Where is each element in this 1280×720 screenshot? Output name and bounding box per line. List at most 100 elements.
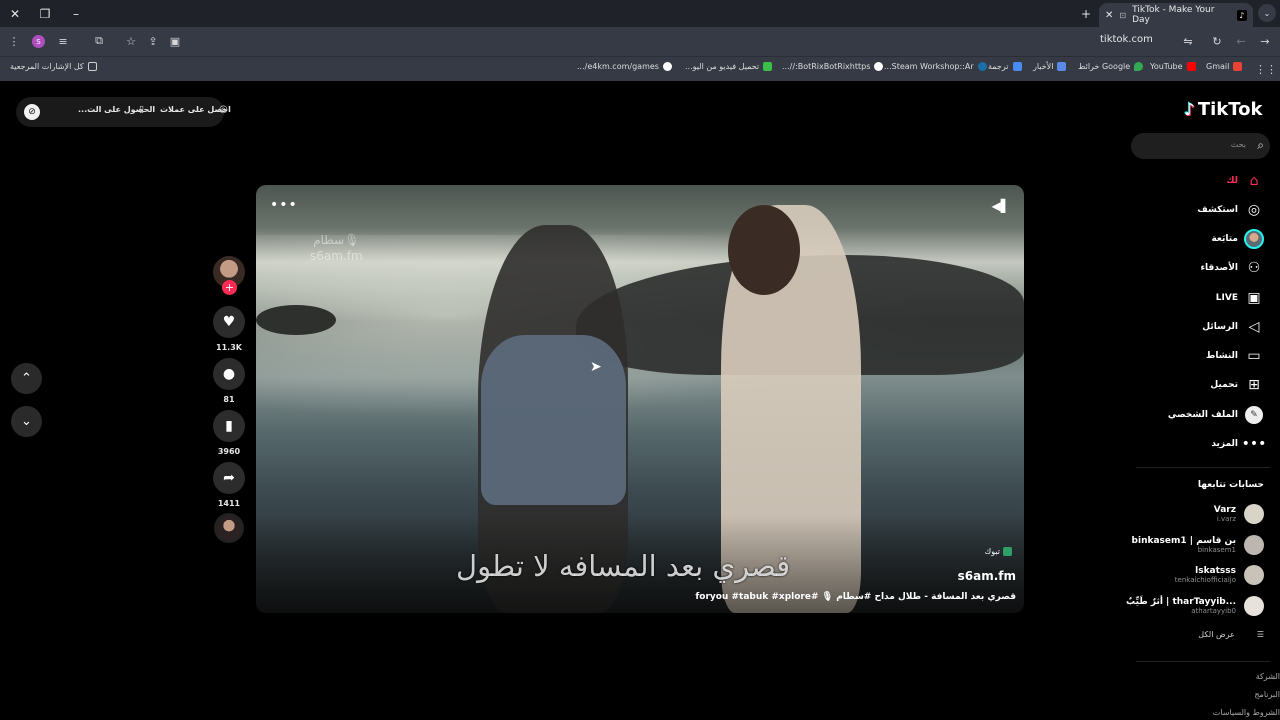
site-settings-icon[interactable]: ⇋	[1180, 33, 1196, 49]
share-arrow-icon: ➦	[223, 470, 235, 486]
compass-icon[interactable]: ⊘	[24, 104, 40, 120]
bookmark-label: Steam Workshop::Ar...	[884, 62, 974, 71]
youtube-icon	[1186, 62, 1196, 71]
tab-close-icon[interactable]: ✕	[1105, 10, 1113, 21]
footer-company-link[interactable]: الشركة	[1256, 672, 1280, 681]
share-icon[interactable]: ⇪	[145, 33, 161, 49]
avatar	[1244, 229, 1264, 249]
window-minimize-icon[interactable]: –	[66, 4, 86, 24]
search-input[interactable]: بحث ⌕	[1131, 133, 1270, 159]
nav-for-you[interactable]: ⌂ لك	[1226, 170, 1264, 192]
nav-label: المزيد	[1211, 439, 1238, 449]
previous-video-button[interactable]: ⌃	[11, 363, 42, 394]
compass-icon: ◎	[1247, 202, 1261, 218]
account-name: أثرٌ طَيِّبٌ | tharTayyib...	[1126, 597, 1236, 607]
following-account[interactable]: أثرٌ طَيِّبٌ | tharTayyib... athartayyib…	[1126, 593, 1264, 619]
bookmark-label: e4km.com/games/...	[577, 62, 659, 71]
nav-label: النشاط	[1205, 351, 1238, 361]
nav-friends[interactable]: ⚇ الأصدقاء	[1200, 257, 1264, 279]
tab-search-icon[interactable]: ⌄	[1258, 4, 1276, 22]
gmail-icon	[1233, 62, 1243, 71]
tab-favicon-icon: ⊡	[1119, 10, 1127, 20]
account-username: tenkaichiofficialjo	[1174, 576, 1236, 584]
bookmark-all[interactable]: كل الإشارات المرجعية	[10, 62, 97, 71]
comment-count: 81	[223, 395, 235, 404]
chevron-down-icon: ⌄	[21, 414, 32, 429]
window-close-icon[interactable]: ✕	[5, 4, 25, 24]
browser-tab[interactable]: ✕ ⊡ TikTok - Make Your Day ♪	[1099, 3, 1253, 27]
bookmark-youtube[interactable]: YouTube	[1150, 62, 1196, 71]
bookmark-botrix[interactable]: BotRixBotRixhttps://...	[782, 62, 884, 71]
nav-explore[interactable]: ◎ استكشف	[1197, 199, 1264, 221]
location-badge[interactable]: تبوك	[985, 547, 1012, 556]
tiktok-logo[interactable]: ♪ TikTok	[1184, 99, 1263, 120]
tiktok-favicon-icon: ♪	[1236, 9, 1247, 21]
save-button[interactable]: ▮	[213, 410, 245, 442]
apps-grid-icon[interactable]: ⋮⋮	[1255, 61, 1277, 77]
see-all-link[interactable]: ☰ عرض الكل	[1198, 630, 1264, 639]
reading-list-icon[interactable]: ≡	[55, 33, 71, 49]
browser-profile-avatar[interactable]: S	[32, 35, 45, 48]
bookmark-e4km[interactable]: e4km.com/games/...	[577, 62, 672, 71]
menu-kebab-icon[interactable]: ⋮	[6, 33, 22, 49]
next-video-button[interactable]: ⌄	[11, 406, 42, 437]
comment-button[interactable]: ●	[213, 358, 245, 390]
follow-plus-icon[interactable]: +	[222, 280, 237, 295]
video-frame-figure	[481, 335, 626, 505]
new-tab-icon[interactable]: +	[1076, 4, 1096, 24]
like-button[interactable]: ♥	[213, 306, 245, 338]
footer-terms-link[interactable]: الشروط والسياسات	[1213, 708, 1280, 717]
bookmark-maps[interactable]: Google خرائط	[1078, 62, 1144, 71]
footer-program-link[interactable]: البرنامج	[1254, 690, 1280, 699]
nav-label: استكشف	[1197, 205, 1238, 215]
bookmark-translate[interactable]: ترجمة	[988, 62, 1022, 71]
tiktok-page: ⊘ الحصول على الت... ▯ احصل على عملات ◎ +…	[0, 81, 1280, 720]
avatar	[1244, 504, 1264, 524]
video-author[interactable]: s6am.fm	[958, 569, 1016, 583]
activity-icon: ▭	[1247, 348, 1261, 364]
nav-live[interactable]: ▣ LIVE	[1216, 287, 1264, 309]
steam-icon	[977, 62, 987, 71]
bookmark-star-icon[interactable]: ☆	[123, 33, 139, 49]
bookmark-news[interactable]: الأخبار	[1033, 62, 1067, 71]
following-account[interactable]: Varz i.varz	[1214, 501, 1264, 527]
watermark-line: سطام🎙	[313, 233, 360, 247]
video-player[interactable]: ••• ◀▌ سطام🎙 s6am.fm ➤ قصري بعد المسافه …	[256, 185, 1024, 613]
logo-text: TikTok	[1197, 99, 1263, 120]
nav-profile[interactable]: ✎ الملف الشخصي	[1168, 404, 1264, 426]
nav-following[interactable]: متابَعة	[1211, 228, 1264, 250]
save-count: 3960	[217, 447, 241, 456]
nav-upload[interactable]: ⊞ تحميل	[1210, 374, 1264, 396]
extensions-icon[interactable]: ⧉	[91, 33, 107, 49]
back-arrow-icon[interactable]: ←	[1233, 33, 1249, 49]
address-bar[interactable]: tiktok.com	[1100, 34, 1153, 45]
bookmark-steam[interactable]: Steam Workshop::Ar...	[884, 62, 987, 71]
bookmark-youtube-download[interactable]: تحميل فيديو من اليو...	[685, 62, 773, 71]
window-restore-icon[interactable]: ❐	[35, 4, 55, 24]
following-account[interactable]: lskatsss tenkaichiofficialjo	[1175, 562, 1264, 588]
location-label: تبوك	[984, 547, 1000, 556]
nav-label: الرسائل	[1202, 322, 1238, 332]
browser-tab-bar: ✕ ❐ – + ✕ ⊡ TikTok - Make Your Day ♪ ⌄	[0, 0, 1280, 27]
nav-activity[interactable]: ▭ النشاط	[1206, 345, 1264, 367]
video-watermark: سطام🎙 s6am.fm	[310, 233, 363, 264]
home-icon: ⌂	[1249, 173, 1259, 189]
bookmark-gmail[interactable]: Gmail	[1206, 62, 1243, 71]
music-disc-icon[interactable]	[214, 513, 244, 543]
download-icon	[763, 62, 773, 71]
video-more-button[interactable]: •••	[270, 197, 298, 213]
nav-label: تحميل	[1210, 380, 1238, 390]
reload-icon[interactable]: ↻	[1209, 33, 1225, 49]
following-account[interactable]: binkasem1 | بن قاسم binkasem1	[1132, 532, 1264, 558]
location-icon	[1003, 547, 1012, 556]
install-app-icon[interactable]: ▣	[167, 33, 183, 49]
nav-more[interactable]: ••• المزيد	[1211, 433, 1266, 455]
volume-icon[interactable]: ◀▌	[992, 199, 1010, 213]
forward-arrow-icon[interactable]: →	[1257, 33, 1273, 49]
news-icon	[1057, 62, 1067, 71]
share-button[interactable]: ➦	[213, 462, 245, 494]
search-icon[interactable]: ⌕	[1257, 138, 1264, 153]
nav-messages[interactable]: ◁ الرسائل	[1202, 316, 1264, 338]
account-name: lskatsss	[1195, 566, 1236, 576]
account-username: athartayyib0	[1191, 607, 1236, 615]
